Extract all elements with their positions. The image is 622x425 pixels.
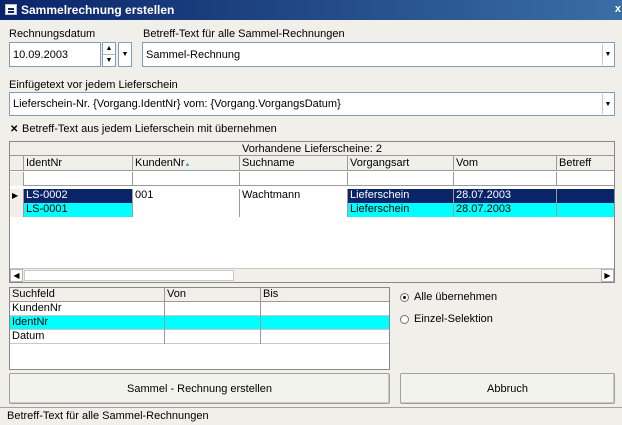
column-header-suchfeld: Suchfeld — [10, 288, 165, 302]
sort-ascending-icon: ▲ — [184, 162, 191, 168]
subject-checkbox-label: Betreff-Text aus jedem Lieferschein mit … — [22, 123, 277, 135]
table-row[interactable]: Datum — [10, 330, 389, 344]
row-pointer-icon: ▶ — [10, 189, 24, 203]
table-row[interactable]: LS-0001 Lieferschein 28.07.2003 — [10, 203, 614, 217]
radio-all[interactable]: Alle übernehmen — [400, 291, 497, 303]
window-title: Sammelrechnung erstellen — [21, 3, 175, 17]
date-spinner[interactable]: ▲ ▼ — [102, 42, 116, 67]
cell-vorgangsart[interactable]: Lieferschein — [348, 203, 454, 217]
delivery-notes-grid[interactable]: Vorhandene Lieferscheine: 2 IdentNr Kund… — [9, 141, 615, 283]
cell-identnr[interactable]: LS-0001 — [24, 203, 133, 217]
scroll-left-icon[interactable]: ◀ — [10, 269, 23, 282]
search-to-cell[interactable] — [261, 330, 389, 344]
cell-suchname[interactable]: Wachtmann — [240, 189, 348, 203]
chevron-down-icon: ▼ — [121, 51, 129, 58]
filter-indicator — [10, 172, 24, 186]
cell-vom[interactable]: 28.07.2003 — [454, 203, 557, 217]
column-header-bis: Bis — [263, 288, 279, 300]
spin-down-icon[interactable]: ▼ — [103, 55, 115, 67]
date-label: Rechnungsdatum — [9, 28, 96, 40]
search-to-cell[interactable] — [261, 302, 389, 316]
cell-vom[interactable]: 28.07.2003 — [454, 189, 557, 203]
column-header-betreff[interactable]: Betreff — [557, 156, 614, 170]
filter-cell[interactable] — [454, 172, 557, 186]
grid-header: IdentNr KundenNr▲ Suchname Vorgangsart V… — [10, 156, 614, 171]
search-from-cell[interactable] — [165, 330, 261, 344]
search-from-cell[interactable] — [165, 302, 261, 316]
window-icon — [5, 4, 17, 15]
checkbox-checked-icon[interactable]: ✕ — [10, 124, 22, 135]
cell-kundennr[interactable] — [133, 203, 240, 217]
search-field-name: Datum — [10, 330, 165, 344]
cell-betreff[interactable] — [557, 189, 614, 203]
filter-cell[interactable] — [557, 172, 614, 186]
subject-combobox[interactable]: Sammel-Rechnung ▼ — [142, 42, 615, 67]
column-header-kundennr-label: KundenNr — [135, 157, 185, 169]
insert-text-label: Einfügetext vor jedem Lieferschein — [9, 79, 178, 91]
radio-single-label: Einzel-Selektion — [414, 313, 493, 325]
row-indicator — [10, 203, 24, 217]
date-dropdown-button[interactable]: ▼ — [118, 42, 132, 67]
chevron-down-icon[interactable]: ▼ — [602, 44, 613, 65]
title-bar: Sammelrechnung erstellen x — [0, 0, 622, 20]
table-row[interactable]: ▶ LS-0002 001 Wachtmann Lieferschein 28.… — [10, 189, 614, 203]
grid-filter-row[interactable] — [10, 172, 614, 186]
horizontal-scrollbar[interactable]: ◀ ▶ — [10, 268, 614, 282]
row-indicator-header — [10, 156, 24, 170]
column-header-vom[interactable]: Vom — [454, 156, 557, 170]
cell-kundennr[interactable]: 001 — [133, 189, 240, 203]
search-table-header: Suchfeld Von Bis — [10, 288, 389, 302]
filter-cell[interactable] — [240, 172, 348, 186]
close-icon[interactable]: x — [615, 3, 621, 15]
chevron-down-icon[interactable]: ▼ — [602, 94, 613, 114]
radio-unselected-icon[interactable] — [400, 314, 409, 324]
search-field-name: KundenNr — [10, 302, 165, 316]
search-from-cell[interactable] — [165, 316, 261, 330]
cell-identnr[interactable]: LS-0002 — [24, 189, 133, 203]
cell-vorgangsart[interactable]: Lieferschein — [348, 189, 454, 203]
column-header-von: Von — [165, 288, 261, 302]
scrollbar-thumb[interactable] — [24, 270, 234, 281]
insert-text-combobox[interactable]: Lieferschein-Nr. {Vorgang.IdentNr} vom: … — [9, 92, 615, 116]
filter-cell[interactable] — [133, 172, 240, 186]
table-row[interactable]: KundenNr — [10, 302, 389, 316]
radio-single[interactable]: Einzel-Selektion — [400, 313, 493, 325]
create-invoice-button[interactable]: Sammel - Rechnung erstellen — [9, 373, 390, 404]
subject-value: Sammel-Rechnung — [146, 48, 241, 61]
search-to-cell[interactable] — [261, 316, 389, 330]
table-row[interactable]: IdentNr — [10, 316, 389, 330]
grid-caption: Vorhandene Lieferscheine: 2 — [10, 142, 614, 156]
date-input[interactable]: 10.09.2003 — [9, 42, 101, 67]
column-header-identnr[interactable]: IdentNr — [24, 156, 133, 170]
filter-cell[interactable] — [348, 172, 454, 186]
column-header-suchname[interactable]: Suchname — [240, 156, 348, 170]
column-header-vorgangsart[interactable]: Vorgangsart — [348, 156, 454, 170]
cell-suchname[interactable] — [240, 203, 348, 217]
radio-all-label: Alle übernehmen — [414, 291, 498, 303]
column-header-kundennr[interactable]: KundenNr▲ — [133, 156, 240, 170]
radio-selected-icon[interactable] — [400, 292, 409, 302]
scroll-right-icon[interactable]: ▶ — [601, 269, 614, 282]
search-criteria-table[interactable]: Suchfeld Von Bis KundenNr IdentNr Datum — [9, 287, 390, 370]
insert-text-value: Lieferschein-Nr. {Vorgang.IdentNr} vom: … — [13, 98, 341, 110]
subject-label: Betreff-Text für alle Sammel-Rechnungen — [143, 28, 345, 40]
filter-cell[interactable] — [24, 172, 133, 186]
cancel-button[interactable]: Abbruch — [400, 373, 615, 404]
cell-betreff[interactable] — [557, 203, 614, 217]
subject-checkbox-row[interactable]: ✕ Betreff-Text aus jedem Lieferschein mi… — [10, 123, 277, 135]
search-field-name: IdentNr — [10, 316, 165, 330]
status-bar: Betreff-Text für alle Sammel-Rechnungen — [0, 407, 622, 425]
spin-up-icon[interactable]: ▲ — [103, 43, 115, 55]
